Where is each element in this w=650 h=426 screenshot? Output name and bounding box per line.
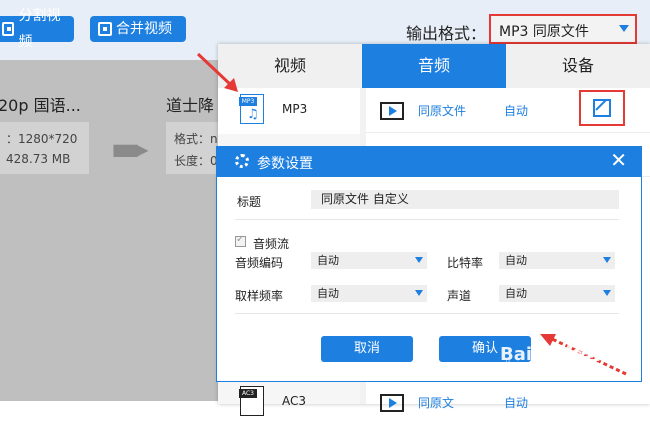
dialog-title: 参数设置 [257, 156, 313, 172]
bitrate-select[interactable]: 自动 [499, 252, 615, 269]
chevron-down-icon [603, 257, 611, 263]
preset-value: 自动 [504, 104, 529, 118]
channel-select[interactable]: 自动 [499, 285, 615, 302]
split-video-label: 分割视频 [18, 8, 61, 50]
format-tabs: 视频 音频 设备 [218, 44, 650, 88]
bitrate-value: 自动 [505, 254, 527, 267]
file-info-box: 格式：n 长度：0 [166, 122, 218, 174]
samplerate-label: 取样频率 [235, 289, 284, 303]
close-icon[interactable]: ✕ [610, 150, 627, 170]
split-video-button[interactable]: 分割视频 [0, 8, 74, 50]
dialog-header: 参数设置 ✕ [217, 147, 641, 177]
title-field-label: 标题 [237, 195, 262, 209]
mp3-file-icon: MP3 ♫ [239, 94, 264, 124]
gear-icon [235, 154, 249, 168]
audio-codec-value: 自动 [317, 254, 339, 267]
format-item-ac3[interactable]: AC3 AC3 [218, 380, 360, 426]
channel-value: 自动 [505, 287, 527, 300]
watermark-url: jingyan.baidu.com [505, 360, 598, 371]
merge-icon [98, 22, 112, 36]
preset-name: 同原文 [418, 396, 455, 410]
format-item-label: MP3 [282, 102, 308, 116]
file-info-box: ：1280*720 428.73 MB [0, 122, 89, 174]
tab-audio[interactable]: 音频 [362, 44, 506, 88]
preset-name: 同原文件 [418, 104, 467, 118]
preset-row[interactable]: 同原文件 自动 [366, 88, 650, 133]
preset-value: 自动 [504, 396, 529, 410]
output-format-value: MP3 同原文件 [499, 24, 589, 40]
film-icon [380, 102, 404, 120]
bitrate-label: 比特率 [447, 256, 484, 270]
audio-stream-label: 音频流 [253, 237, 290, 251]
edit-icon [593, 99, 611, 117]
title-input[interactable]: 同原文件 自定义 [311, 190, 619, 209]
ac3-file-icon: AC3 [239, 386, 264, 416]
film-icon [380, 394, 404, 412]
audio-codec-label: 音频编码 [235, 256, 284, 270]
edit-preset-button[interactable] [579, 90, 625, 126]
file-format: 格式：n [174, 132, 218, 146]
audio-stream-checkbox[interactable] [235, 234, 246, 247]
output-format-select[interactable]: MP3 同原文件 [489, 14, 637, 44]
tab-device[interactable]: 设备 [506, 44, 650, 88]
file-size: 428.73 MB [6, 152, 71, 166]
chevron-down-icon [415, 290, 423, 296]
divider [235, 219, 619, 220]
split-icon [2, 22, 15, 36]
samplerate-value: 自动 [317, 287, 339, 300]
divider [235, 313, 619, 314]
output-format-label: 输出格式： [406, 24, 487, 43]
merge-video-label: 合并视频 [116, 21, 172, 37]
format-item-label: AC3 [282, 394, 307, 408]
convert-arrow-icon: ■■▶ [112, 140, 149, 159]
preset-row[interactable]: 同原文 自动 [366, 380, 650, 424]
annotation-arrow-icon [196, 52, 238, 92]
channel-label: 声道 [447, 289, 472, 303]
chevron-down-icon [619, 25, 629, 32]
samplerate-select[interactable]: 自动 [311, 285, 427, 302]
file-length: 长度：0 [174, 154, 218, 168]
audio-codec-select[interactable]: 自动 [311, 252, 427, 269]
chevron-down-icon [603, 290, 611, 296]
chevron-down-icon [415, 257, 423, 263]
merge-video-button[interactable]: 合并视频 [90, 16, 186, 42]
cancel-button[interactable]: 取消 [321, 336, 413, 362]
file-title: 20p 国语... [0, 96, 81, 115]
file-resolution: ：1280*720 [6, 132, 78, 146]
